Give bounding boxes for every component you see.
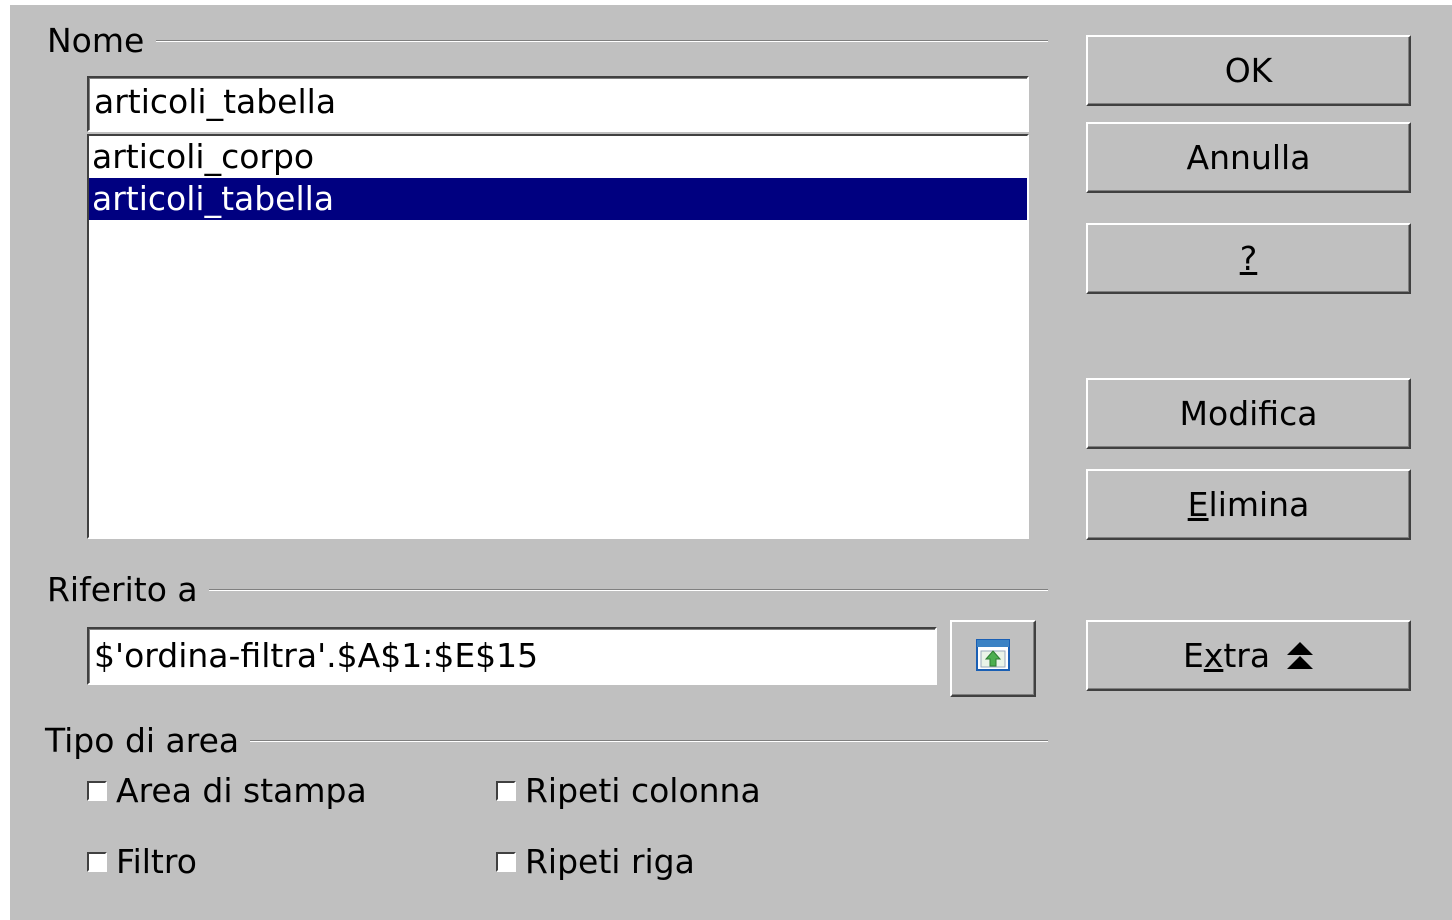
- extra-label-end: tra: [1223, 636, 1271, 675]
- list-item-selected[interactable]: articoli_tabella: [89, 178, 1027, 220]
- repeat-row-option[interactable]: Ripeti riga: [496, 842, 695, 881]
- modify-button[interactable]: Modifica: [1086, 378, 1411, 449]
- shrink-dialog-button[interactable]: [950, 620, 1036, 697]
- delete-button[interactable]: Elimina: [1086, 469, 1411, 540]
- delete-mnemonic: E: [1187, 485, 1209, 524]
- list-item[interactable]: articoli_corpo: [89, 136, 1027, 178]
- name-section-divider: [156, 40, 1048, 42]
- cancel-button[interactable]: Annulla: [1086, 122, 1411, 193]
- extra-mnemonic: x: [1203, 636, 1224, 675]
- name-input[interactable]: articoli_tabella: [87, 76, 1029, 132]
- repeat-row-checkbox[interactable]: [496, 851, 516, 872]
- define-names-dialog: Nome articoli_tabella articoli_corpo art…: [10, 5, 1452, 920]
- help-button[interactable]: ?: [1086, 223, 1411, 294]
- reference-section-label: Riferito a: [47, 570, 198, 609]
- area-type-section-divider: [250, 740, 1048, 742]
- delete-label-rest: limina: [1208, 485, 1310, 524]
- names-listbox[interactable]: articoli_corpo articoli_tabella: [87, 134, 1029, 539]
- filter-label: Filtro: [116, 842, 197, 881]
- ok-button[interactable]: OK: [1086, 35, 1411, 106]
- repeat-column-option[interactable]: Ripeti colonna: [496, 771, 761, 810]
- reference-section-divider: [209, 589, 1048, 591]
- extra-label-start: E: [1182, 636, 1204, 675]
- filter-checkbox[interactable]: [87, 851, 107, 872]
- repeat-column-label: Ripeti colonna: [525, 771, 761, 810]
- repeat-row-label: Ripeti riga: [525, 842, 695, 881]
- print-area-option[interactable]: Area di stampa: [87, 771, 367, 810]
- filter-option[interactable]: Filtro: [87, 842, 197, 881]
- area-type-section-label: Tipo di area: [45, 721, 240, 760]
- double-chevron-up-icon: [1286, 641, 1314, 671]
- print-area-checkbox[interactable]: [87, 780, 107, 801]
- repeat-column-checkbox[interactable]: [496, 780, 516, 801]
- shrink-dialog-icon: [976, 638, 1010, 679]
- print-area-label: Area di stampa: [116, 771, 367, 810]
- extra-button[interactable]: Ex tra: [1086, 620, 1411, 691]
- name-section-label: Nome: [47, 21, 145, 60]
- help-button-label: ?: [1239, 239, 1258, 278]
- reference-input[interactable]: $'ordina-filtra'.$A$1:$E$15: [87, 627, 937, 685]
